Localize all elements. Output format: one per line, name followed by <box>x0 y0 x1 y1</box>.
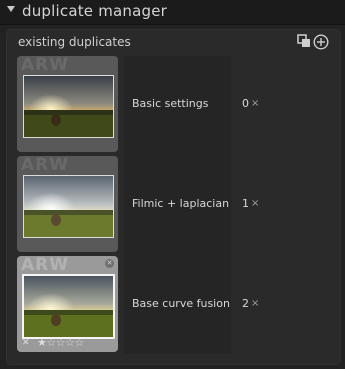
add-icon[interactable] <box>313 34 329 50</box>
thumbnail-image <box>23 175 114 238</box>
delete-duplicate-icon[interactable]: × <box>251 198 259 209</box>
delete-duplicate-icon[interactable]: × <box>251 98 259 109</box>
thumb-watermark: ARW <box>21 156 69 175</box>
panel-label: existing duplicates <box>18 35 131 49</box>
collapse-arrow-icon[interactable] <box>7 6 15 12</box>
module-title: duplicate manager <box>22 2 168 20</box>
reject-icon[interactable]: ✕ <box>22 338 30 348</box>
duplicate-row[interactable]: ARW <box>17 56 259 154</box>
close-icon[interactable]: ✕ <box>105 259 114 268</box>
thumbnail[interactable]: ARW <box>17 156 118 252</box>
version-number: 1 <box>242 197 249 210</box>
version-number: 0 <box>242 97 249 110</box>
version-number: 2 <box>242 297 249 310</box>
thumb-watermark: ARW <box>21 256 69 275</box>
duplicates-panel: existing duplicates ARW Basic settings 0… <box>6 29 341 365</box>
duplicate-row[interactable]: ARW <box>17 156 259 254</box>
thumbnail[interactable]: ARW <box>17 56 118 152</box>
delete-duplicate-icon[interactable]: × <box>251 298 259 309</box>
star-rating[interactable]: ★☆☆☆☆ <box>37 336 84 349</box>
thumb-watermark: ARW <box>21 56 69 75</box>
duplicate-label[interactable]: Base curve fusion <box>132 297 230 310</box>
thumbnail-active[interactable]: ARW ✕ ✕ ★☆☆☆☆ <box>17 256 118 352</box>
thumbnail-image <box>23 75 114 138</box>
thumbnail-image <box>22 274 115 339</box>
duplicate-label[interactable]: Filmic + laplacian <box>132 197 229 210</box>
duplicates-list: ARW Basic settings 0 × ARW Filmic + lapl… <box>17 56 259 354</box>
duplicate-row[interactable]: ARW ✕ ✕ ★☆☆☆☆ Base curve fusion 2 × <box>17 256 259 354</box>
duplicate-icon[interactable] <box>297 34 311 48</box>
duplicate-label[interactable]: Basic settings <box>132 97 208 110</box>
module-header[interactable]: duplicate manager <box>0 0 345 25</box>
